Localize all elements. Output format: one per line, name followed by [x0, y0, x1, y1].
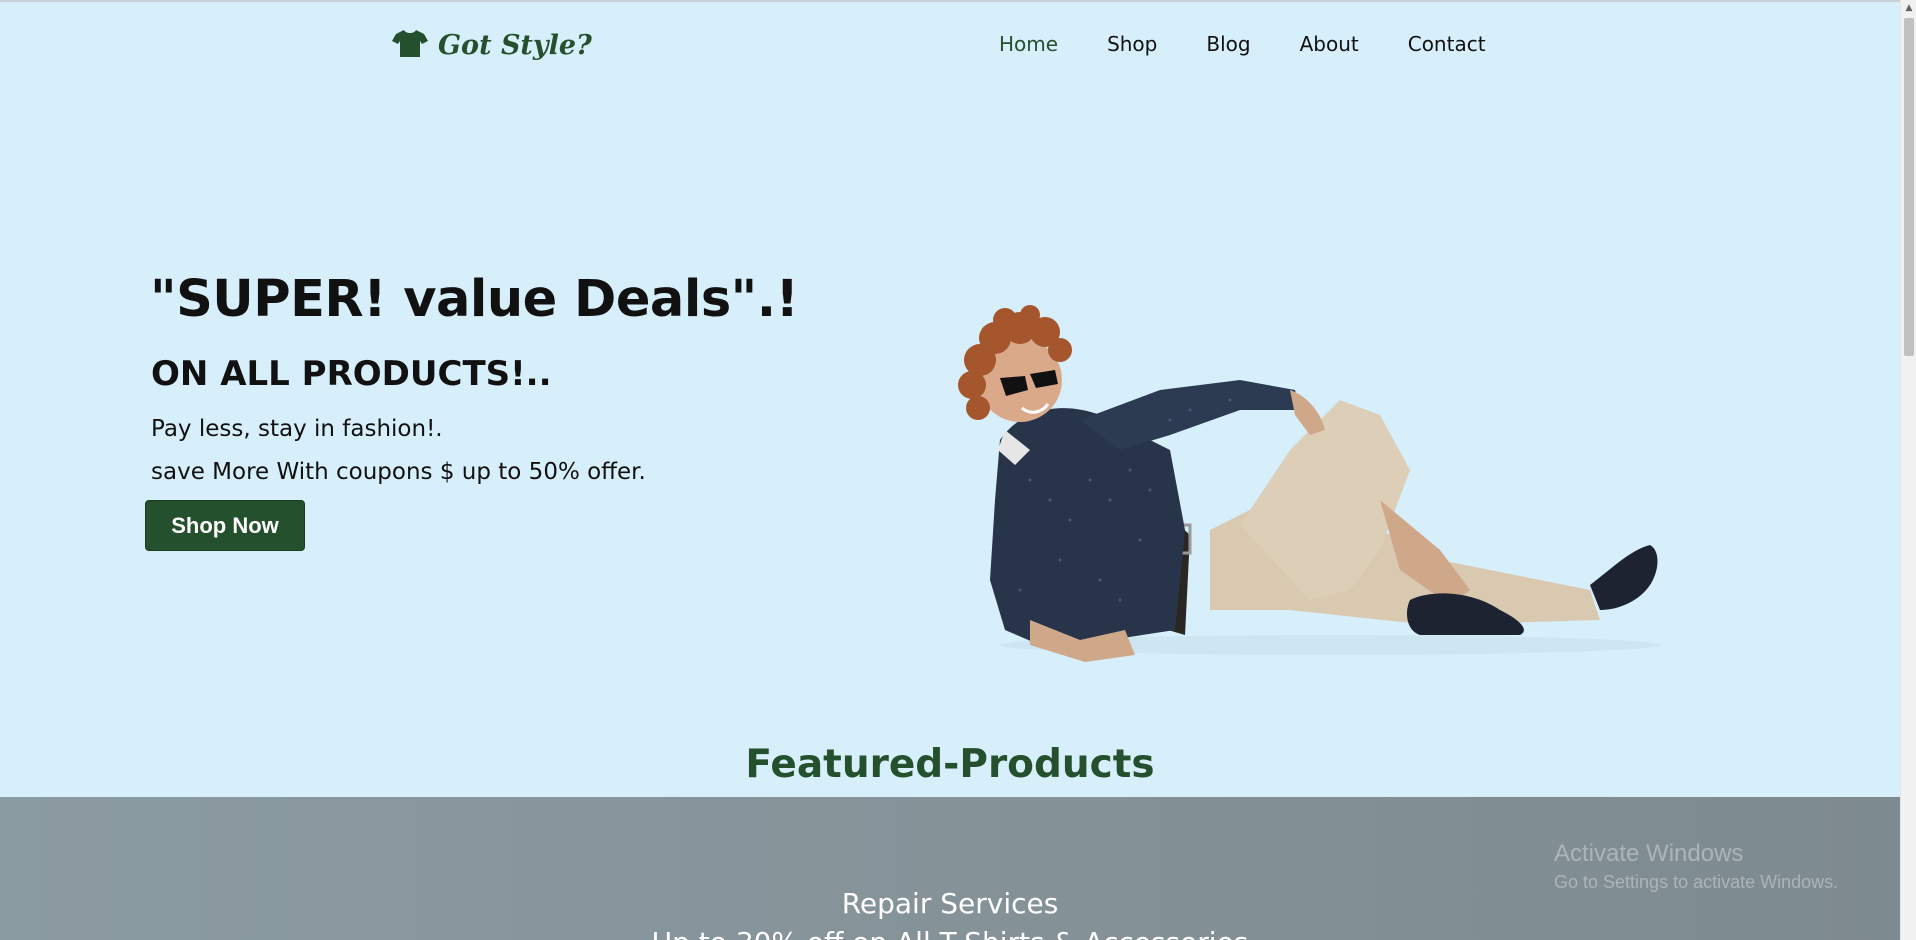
- hero-offer-text: save More With coupons $ up to 50% offer…: [151, 459, 646, 485]
- scroll-up-arrow-icon[interactable]: ▲: [1901, 0, 1916, 16]
- activate-windows-hint: Go to Settings to activate Windows.: [1554, 872, 1839, 892]
- window-top-border: [0, 0, 1900, 2]
- page-scrollbar[interactable]: ▲: [1900, 0, 1916, 940]
- brand-name: Got Style?: [438, 29, 592, 61]
- activate-windows-watermark: Activate Windows: [1554, 840, 1744, 867]
- banner-subtitle: Up to 30% off on All T-Shirts & Accessor…: [0, 926, 1900, 940]
- nav-contact[interactable]: Contact: [1408, 32, 1486, 56]
- hero-subheadline: ON ALL PRODUCTS!..: [151, 354, 552, 394]
- hero-model-image: [958, 305, 1660, 662]
- brand-logo[interactable]: Got Style?: [392, 28, 592, 62]
- hero-headline: "SUPER! value Deals".!: [150, 270, 799, 329]
- main-nav: Home Shop Blog About Contact: [999, 32, 1535, 56]
- scrollbar-thumb[interactable]: [1904, 18, 1914, 356]
- nav-blog[interactable]: Blog: [1206, 32, 1250, 56]
- shop-now-button[interactable]: Shop Now: [145, 500, 305, 551]
- nav-about[interactable]: About: [1300, 32, 1359, 56]
- hero-tagline: Pay less, stay in fashion!.: [151, 416, 443, 442]
- tshirt-icon: [392, 28, 428, 62]
- nav-home[interactable]: Home: [999, 32, 1058, 56]
- nav-shop[interactable]: Shop: [1107, 32, 1157, 56]
- featured-products-heading: Featured-Products: [745, 742, 1155, 787]
